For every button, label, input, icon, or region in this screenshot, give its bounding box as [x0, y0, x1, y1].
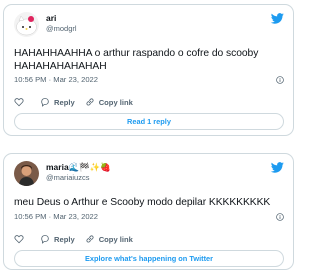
explore-twitter-button[interactable]: Explore what's happening on Twitter [14, 250, 284, 267]
copy-link-label: Copy link [98, 97, 133, 107]
link-icon [86, 98, 94, 106]
hello-kitty-avatar-icon [14, 12, 39, 37]
reply-button[interactable]: Reply [40, 97, 75, 107]
timestamp[interactable]: 10:56 PM · Mar 23, 2022 [14, 75, 98, 85]
tweet-text: HAHAHHAAHHA o arthur raspando o cofre do… [14, 48, 259, 72]
twitter-bird-icon[interactable] [271, 13, 284, 24]
like-button[interactable] [14, 97, 24, 107]
copy-link-label: Copy link [98, 234, 133, 244]
tweet-card: maria🌊🏁✨🍓 @mariaiuzcs meu Deus o Arthur … [3, 153, 294, 270]
reply-label: Reply [54, 97, 75, 107]
person-photo-avatar-icon [14, 161, 39, 186]
tweet-actions: Reply Copy link [14, 95, 143, 109]
tweet-text: meu Deus o Arthur e Scooby modo depilar … [14, 197, 271, 208]
copy-link-button[interactable]: Copy link [85, 234, 133, 244]
reply-label: Reply [54, 234, 75, 244]
reply-button[interactable]: Reply [40, 234, 75, 244]
like-button[interactable] [14, 234, 24, 244]
info-icon[interactable] [276, 213, 284, 221]
info-icon[interactable] [276, 76, 284, 84]
timestamp[interactable]: 10:56 PM · Mar 23, 2022 [14, 212, 98, 222]
copy-link-button[interactable]: Copy link [85, 97, 133, 107]
twitter-bird-icon[interactable] [271, 162, 284, 173]
user-handle[interactable]: @modgrl [46, 24, 77, 34]
display-name[interactable]: ari [46, 13, 56, 24]
avatar[interactable] [14, 12, 39, 37]
user-handle[interactable]: @mariaiuzcs [46, 173, 89, 183]
read-replies-button[interactable]: Read 1 reply [14, 113, 284, 130]
heart-icon [14, 235, 24, 244]
reply-icon [41, 235, 49, 244]
tweet-card: ari @modgrl HAHAHHAAHHA o arthur raspand… [3, 4, 294, 136]
avatar[interactable] [14, 161, 39, 186]
tweet-actions: Reply Copy link [14, 232, 143, 246]
link-icon [86, 235, 94, 243]
heart-icon [14, 98, 24, 107]
reply-icon [41, 98, 49, 107]
display-name[interactable]: maria🌊🏁✨🍓 [46, 162, 111, 173]
